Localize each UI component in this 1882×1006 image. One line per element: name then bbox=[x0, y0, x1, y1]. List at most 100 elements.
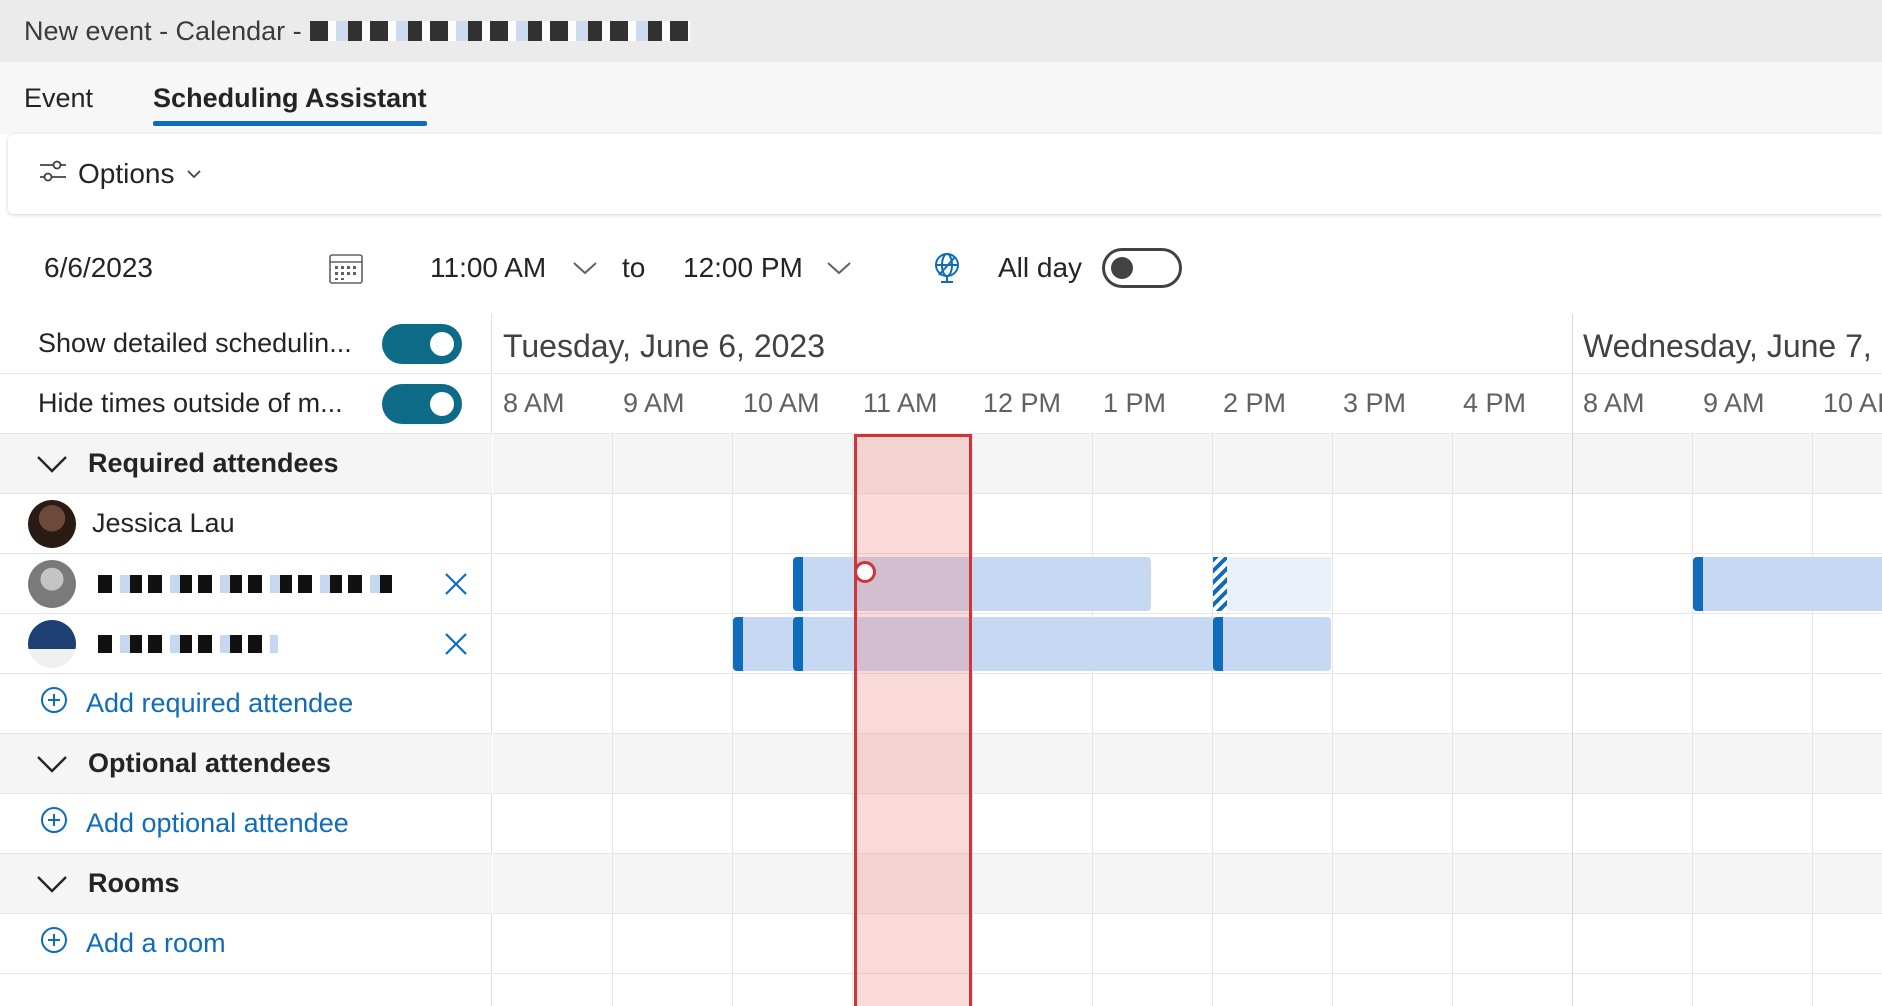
title-bar: New event - Calendar - bbox=[0, 0, 1882, 62]
hour-label: 11 AM bbox=[863, 388, 938, 418]
busy-block[interactable] bbox=[1213, 617, 1331, 671]
optional-attendees-label: Optional attendees bbox=[88, 748, 332, 778]
options-button[interactable]: Options bbox=[38, 156, 203, 193]
scheduling-assistant-window: New event - Calendar - Event Scheduling … bbox=[0, 0, 1882, 1006]
hide-times-toggle[interactable] bbox=[382, 383, 462, 424]
busy-edge bbox=[793, 557, 803, 611]
add-room-label: Add a room bbox=[86, 928, 226, 958]
timezone-globe-icon[interactable] bbox=[930, 251, 964, 285]
end-time-value: 12:00 PM bbox=[683, 252, 803, 283]
window-title: New event - Calendar - bbox=[24, 15, 302, 46]
hour-gridline bbox=[1212, 434, 1213, 1006]
hour-label: 9 AM bbox=[1703, 388, 1765, 418]
busy-block[interactable] bbox=[793, 557, 1151, 611]
hour-gridline bbox=[1452, 434, 1453, 1006]
attendee-row-redacted bbox=[0, 614, 492, 674]
hour-gridline bbox=[1812, 434, 1813, 1006]
busy-edge bbox=[1693, 557, 1703, 611]
schedule-grid: Tuesday, June 6, 2023 Wednesday, June 7,… bbox=[493, 314, 1882, 1006]
day-header: Tuesday, June 6, 2023 Wednesday, June 7, bbox=[493, 314, 1882, 434]
show-detailed-row: Show detailed schedulin... bbox=[0, 314, 492, 374]
add-optional-attendee-label: Add optional attendee bbox=[86, 808, 349, 838]
optional-attendees-header[interactable]: Optional attendees bbox=[0, 734, 492, 794]
hour-label: 9 AM bbox=[623, 388, 685, 418]
attendee-name: Jessica Lau bbox=[92, 508, 235, 538]
rooms-header[interactable]: Rooms bbox=[0, 854, 492, 914]
all-day-toggle-track bbox=[1102, 248, 1182, 288]
hour-gridline bbox=[732, 434, 733, 1006]
add-required-attendee-button[interactable]: Add required attendee bbox=[0, 686, 353, 721]
busy-edge bbox=[733, 617, 743, 671]
add-circle-icon bbox=[40, 806, 68, 841]
rooms-label: Rooms bbox=[88, 868, 180, 898]
hour-label: 10 AM bbox=[743, 388, 820, 418]
grid-row bbox=[493, 494, 1882, 554]
time-marker-handle[interactable] bbox=[854, 561, 876, 583]
grid-row-rooms-header bbox=[493, 854, 1882, 914]
remove-attendee-close-icon[interactable] bbox=[442, 630, 470, 658]
tentative-block[interactable] bbox=[1213, 557, 1331, 611]
date-value: 6/6/2023 bbox=[44, 252, 153, 283]
busy-edge bbox=[1213, 617, 1223, 671]
tentative-hatch bbox=[1213, 557, 1227, 611]
hour-gridline bbox=[852, 434, 853, 1006]
hour-gridline bbox=[1332, 434, 1333, 1006]
required-attendees-label: Required attendees bbox=[88, 448, 339, 478]
grid-body[interactable] bbox=[493, 434, 1882, 1006]
tab-bar: Event Scheduling Assistant bbox=[0, 62, 1882, 134]
avatar bbox=[28, 499, 76, 548]
toggle-knob bbox=[430, 331, 454, 356]
day-label-wednesday: Wednesday, June 7, bbox=[1583, 328, 1872, 364]
end-time-field[interactable]: 12:00 PM bbox=[683, 252, 803, 284]
all-day-toggle[interactable] bbox=[1102, 248, 1182, 288]
hour-label: 10 AI bbox=[1823, 388, 1882, 418]
tab-event[interactable]: Event bbox=[24, 73, 93, 124]
chevron-down-icon bbox=[36, 874, 68, 894]
remove-attendee-close-icon[interactable] bbox=[442, 570, 470, 598]
hour-label: 8 AM bbox=[503, 388, 565, 418]
add-room-row: Add a room bbox=[0, 914, 492, 974]
hour-gridline bbox=[1092, 434, 1093, 1006]
hour-header: 8 AM 9 AM 10 AM 11 AM 12 PM 1 PM 2 PM 3 … bbox=[493, 374, 1882, 434]
date-field[interactable]: 6/6/2023 bbox=[44, 252, 153, 284]
add-room-button[interactable]: Add a room bbox=[0, 926, 226, 961]
hour-label: 8 AM bbox=[1583, 388, 1645, 418]
hour-gridline bbox=[1692, 434, 1693, 1006]
calendar-icon[interactable] bbox=[328, 251, 364, 285]
hour-label: 12 PM bbox=[983, 388, 1062, 418]
sliders-icon bbox=[38, 156, 68, 193]
hide-times-row: Hide times outside of m... bbox=[0, 374, 492, 434]
grid-row bbox=[493, 674, 1882, 734]
add-circle-icon bbox=[40, 686, 68, 721]
day-gridline bbox=[1572, 434, 1573, 1006]
start-time-chevron-icon[interactable] bbox=[572, 259, 598, 277]
all-day-label: All day bbox=[998, 252, 1083, 283]
day-label-tuesday: Tuesday, June 6, 2023 bbox=[503, 328, 825, 364]
toolbar: Options bbox=[8, 134, 1882, 214]
grid-row-required-header bbox=[493, 434, 1882, 494]
attendee-row: Jessica Lau bbox=[0, 494, 492, 554]
grid-row bbox=[493, 914, 1882, 974]
avatar bbox=[28, 559, 76, 608]
grid-row bbox=[493, 794, 1882, 854]
to-label: to bbox=[622, 252, 646, 283]
busy-edge bbox=[793, 617, 803, 671]
attendee-row-redacted bbox=[0, 554, 492, 614]
selected-time-range[interactable] bbox=[854, 434, 972, 1006]
grid-row bbox=[493, 554, 1882, 614]
add-required-attendee-label: Add required attendee bbox=[86, 688, 354, 718]
add-optional-attendee-button[interactable]: Add optional attendee bbox=[0, 806, 349, 841]
busy-block[interactable] bbox=[1693, 557, 1882, 611]
date-time-row: 6/6/2023 11:00 AM to 12:00 PM All day bbox=[0, 222, 1882, 314]
options-label: Options bbox=[78, 158, 175, 189]
end-time-chevron-icon[interactable] bbox=[826, 259, 852, 277]
hour-label: 4 PM bbox=[1463, 388, 1527, 418]
required-attendees-header[interactable]: Required attendees bbox=[0, 434, 492, 494]
hour-label: 2 PM bbox=[1223, 388, 1287, 418]
start-time-field[interactable]: 11:00 AM bbox=[430, 252, 546, 284]
show-detailed-toggle[interactable] bbox=[382, 323, 462, 364]
chevron-down-icon bbox=[185, 158, 203, 190]
tab-scheduling-assistant[interactable]: Scheduling Assistant bbox=[153, 73, 427, 126]
chevron-down-icon bbox=[36, 754, 68, 774]
start-time-value: 11:00 AM bbox=[430, 252, 547, 283]
